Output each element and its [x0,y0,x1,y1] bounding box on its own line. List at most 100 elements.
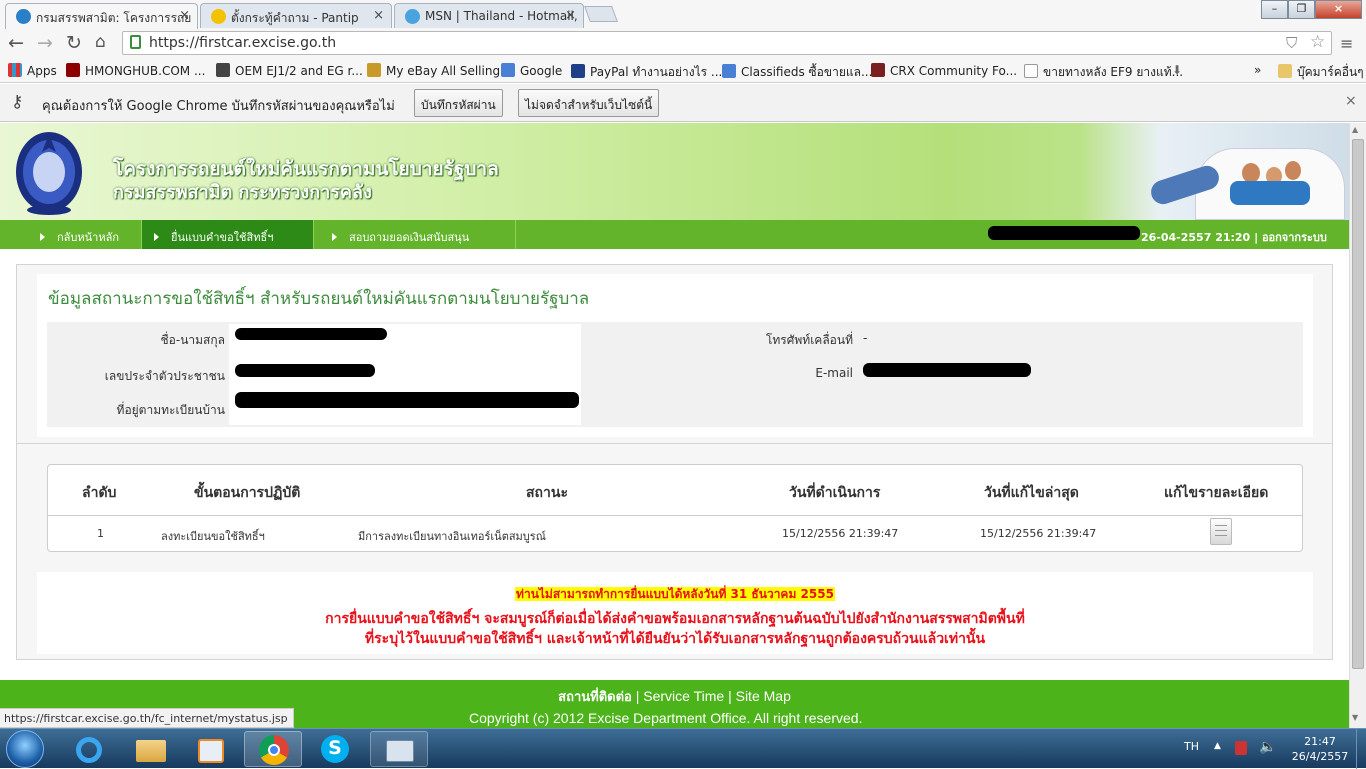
page-icon [1024,64,1038,78]
bookmark-oem[interactable]: OEM EJ1/2 and EG r... [216,63,363,78]
download-icon[interactable]: ⬇ [1172,63,1182,77]
close-icon[interactable]: × [179,8,190,23]
login-datetime: 26-04-2557 21:20 [1141,231,1251,244]
tab-pantip[interactable]: ตั้งกระทู้คำถาม - Pantip × [200,3,392,29]
footer-sitemap-link[interactable]: Site Map [736,688,791,704]
tab-title: ตั้งกระทู้คำถาม - Pantip [231,11,359,25]
menu-icon[interactable]: ≡ [1340,34,1353,53]
logout-link[interactable]: ออกจากระบบ [1262,231,1327,244]
bookmark-ebay[interactable]: My eBay All Selling [367,63,500,78]
tray-clock[interactable]: 21:47 26/4/2557 [1290,734,1350,764]
bookmark-ef9[interactable]: ขายทางหลัง EF9 ยางแท้... [1024,63,1183,82]
id-label: เลขประจำตัวประชาชน [104,369,225,383]
header-title-line2: กรมสรรพสามิต กระทรวงการคลัง [113,182,372,203]
col-header-date: วันที่ดำเนินการ [789,485,881,501]
mobile-value: - [863,331,868,345]
save-password-button[interactable]: บันทึกรหัสผ่าน [414,89,503,117]
col-header-edit: แก้ไขรายละเอียด [1164,485,1269,501]
name-label: ชื่อ-นามสกุล [160,333,225,347]
tab-firstcar[interactable]: กรมสรรพสามิต: โครงการรถย × [5,3,198,29]
tab-title: กรมสรรพสามิต: โครงการรถย [36,11,192,25]
google-icon [501,63,515,77]
apps-icon [8,63,22,77]
google-icon [722,64,736,78]
show-desktop-button[interactable] [1356,729,1366,769]
col-header-updated: วันที่แก้ไขล่าสุด [984,485,1079,501]
table-divider [48,515,1302,516]
arrow-right-icon [40,233,45,241]
maximize-button[interactable]: ❐ [1288,0,1315,19]
col-header-status: สถานะ [526,485,568,501]
url-text: https://firstcar.excise.go.th [149,35,337,51]
lock-icon [130,35,141,49]
close-icon[interactable]: × [565,8,576,23]
browser-tab-strip: กรมสรรพสามิต: โครงการรถย × ตั้งกระทู้คำถ… [0,0,1366,29]
forward-icon[interactable]: → [37,32,53,54]
site-favicon-icon [16,9,31,24]
cell-updated: 15/12/2556 21:39:47 [980,527,1097,540]
bookmark-classifieds[interactable]: Classifieds ซื้อขายแล... [722,63,872,82]
address-label: ที่อยู่ตามทะเบียนบ้าน [116,403,225,417]
header-photo [1080,123,1349,220]
close-window-button[interactable]: × [1315,0,1362,19]
footer-service-time-link[interactable]: Service Time [643,688,724,704]
cell-status: มีการลงทะเบียนทางอินเทอร์เน็ตสมบูรณ์ [358,530,546,543]
arrow-right-icon [332,233,337,241]
minimize-button[interactable]: – [1261,0,1288,19]
redacted-id [235,364,375,377]
notice-line1: การยื่นแบบคำขอใช้สิทธิ์ฯ จะสมบูรณ์ก็ต่อเ… [325,611,1025,627]
page-scrollbar[interactable]: ▲ ▼ [1349,123,1366,728]
tray-expand-icon[interactable]: ▲ [1214,741,1221,751]
edit-document-icon[interactable] [1210,518,1232,545]
bookmark-crx[interactable]: CRX Community Fo... [871,63,1017,78]
cell-date: 15/12/2556 21:39:47 [782,527,899,540]
arrow-right-icon [154,233,159,241]
redacted-username [988,226,1140,240]
nav-user-info: 26-04-2557 21:20 | ออกจากระบบ [1141,231,1327,244]
bookmarks-more[interactable]: » [1254,63,1261,77]
tray-flag-icon[interactable] [1235,741,1247,755]
scroll-down-icon[interactable]: ▼ [1352,713,1358,722]
tab-title: MSN | Thailand - Hotmail, [425,9,578,23]
app-icon[interactable] [370,731,428,767]
redacted-email [863,363,1031,377]
bookmark-other[interactable]: บุ๊คมาร์คอื่นๆ [1278,63,1364,82]
scrollbar-thumb[interactable] [1352,139,1364,669]
address-bar[interactable]: https://firstcar.excise.go.th ⛉ ☆ [122,31,1332,55]
reload-icon[interactable]: ↻ [66,32,82,54]
volume-icon[interactable]: 🔈 [1259,739,1276,755]
chrome-icon[interactable] [244,731,302,767]
media-icon[interactable] [182,731,240,767]
bookmark-icon [216,63,230,77]
new-tab-button[interactable] [584,6,618,22]
tab-msn[interactable]: MSN | Thailand - Hotmail, × [394,3,584,29]
ie-icon[interactable] [60,731,118,767]
applicant-info-box: ข้อมูลสถานะการขอใช้สิทธิ์ฯ สำหรับรถยนต์ใ… [37,274,1313,437]
nav-check-balance[interactable]: สอบถามยอดเงินสนับสนุน [314,220,516,249]
scroll-up-icon[interactable]: ▲ [1352,125,1358,134]
never-save-button[interactable]: ไม่จดจำสำหรับเว็บไซต์นี้ [518,89,660,117]
nav-submit-form[interactable]: ยื่นแบบคำขอใช้สิทธิ์ฯ [142,220,314,249]
close-icon[interactable]: × [373,8,384,23]
page-viewport: โครงการรถยนต์ใหม่คันแรกตามนโยบายรัฐบาล ก… [0,123,1349,728]
star-icon[interactable]: ☆ [1310,32,1325,52]
explorer-icon[interactable] [122,731,180,767]
redacted-name [235,328,387,340]
bookmark-google[interactable]: Google [501,63,562,78]
start-icon[interactable] [6,730,44,768]
home-icon[interactable]: ⌂ [95,32,106,52]
bookmark-apps[interactable]: Apps [8,63,57,78]
language-indicator[interactable]: TH [1184,740,1199,753]
footer-contact-link[interactable]: สถานที่ติดต่อ [558,689,632,704]
divider [17,443,1332,444]
cell-no: 1 [97,527,104,540]
bookmark-hmonghub[interactable]: HMONGHUB.COM ... [66,63,205,78]
close-icon[interactable]: × [1345,93,1357,109]
skype-icon[interactable]: S [306,731,364,767]
site-nav: กลับหน้าหลัก ยื่นแบบคำขอใช้สิทธิ์ฯ สอบถา… [0,220,1349,249]
shield-icon[interactable]: ⛉ [1286,34,1297,52]
nav-home[interactable]: กลับหน้าหลัก [0,220,142,249]
notice-highlight: ท่านไม่สามารถทำการยื่นแบบได้หลังวันที่ 3… [515,587,835,601]
back-icon[interactable]: ← [8,32,24,54]
bookmark-paypal[interactable]: PayPal ทำงานอย่างไร ... [571,63,722,82]
